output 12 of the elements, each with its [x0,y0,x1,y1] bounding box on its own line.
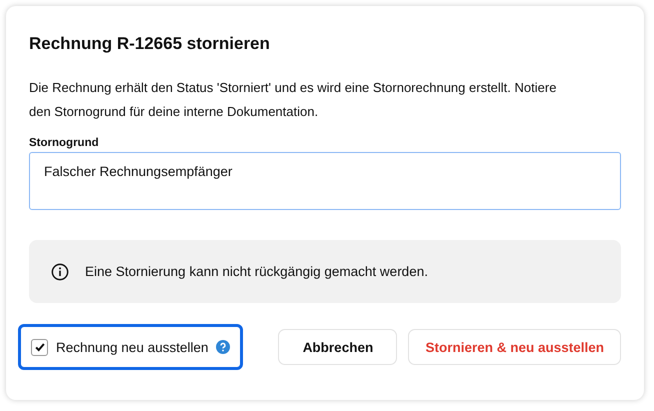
description-text: Die Rechnung erhält den Status 'Storniert' und es wird eine Stornorechnung erstellt. Notiere den Stornogrund für deine interne Dokumentation. [29,79,558,121]
checkmark-icon [34,341,46,353]
help-icon[interactable] [216,340,230,354]
info-icon [51,262,69,280]
reason-field[interactable]: Falscher Rechnungsempfänger [29,152,621,210]
checkbox-label[interactable]: Rechnung neu ausstellen [56,340,208,354]
cancel-invoice-button[interactable]: Stornieren & neu ausstellen [408,329,621,365]
cancel-button[interactable]: Abbrechen [278,329,398,365]
dialog-title: Rechnung R-12665 stornieren [29,34,271,54]
notice-text: Eine Stornierung kann nicht rückgängig gemacht werden. [85,264,428,279]
field-label: Stornogrund [29,137,100,149]
checkbox[interactable] [31,338,48,356]
